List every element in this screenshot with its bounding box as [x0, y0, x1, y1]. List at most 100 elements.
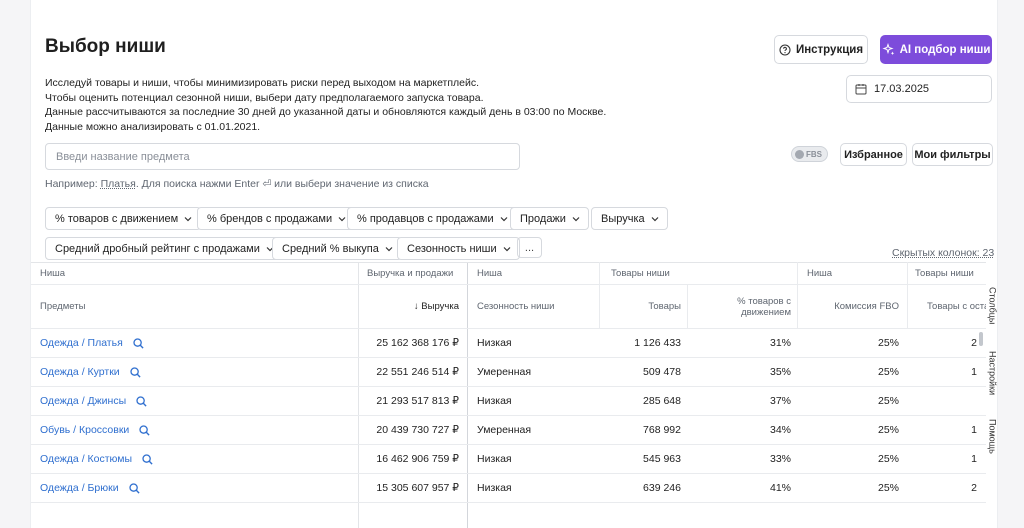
table-group-header: Ниша Выручка и продажи Ниша Товары ниши …	[31, 263, 986, 285]
side-tab-label: Столбцы	[987, 287, 998, 325]
instruction-label: Инструкция	[795, 43, 864, 56]
search-icon[interactable]	[128, 482, 140, 494]
side-tab-columns[interactable]: Столбцы	[986, 276, 999, 336]
table-row[interactable]: Обувь / Кроссовки 20 439 730 727 ₽ Умеренн…	[31, 416, 986, 445]
moving-goods-cell: 31%	[769, 337, 791, 349]
page-title: Выбор ниши	[45, 36, 166, 57]
goods-cell: 639 246	[643, 482, 681, 494]
description-line: Данные можно анализировать с 01.01.2021.	[45, 120, 261, 133]
table-row[interactable]: Одежда / Костюмы 16 462 906 759 ₽ Низкая 54…	[31, 445, 986, 474]
filter-sellers-sales[interactable]: % продавцов с продажами	[347, 207, 517, 230]
filter-revenue[interactable]: Выручка	[591, 207, 668, 230]
search-icon[interactable]	[142, 453, 153, 465]
more-filters-button[interactable]: ...	[517, 237, 542, 258]
fbs-toggle[interactable]: FBS	[791, 146, 828, 162]
revenue-cell: 16 462 906 759 ₽	[376, 453, 459, 465]
stock-goods-cell: 2	[971, 337, 977, 349]
favorites-button[interactable]: Избранное	[840, 143, 907, 166]
toggle-knob	[795, 149, 804, 159]
niche-link[interactable]: Одежда / Куртки	[40, 366, 120, 378]
subject-search-input[interactable]	[45, 143, 520, 170]
fbo-commission-cell: 25%	[877, 395, 899, 407]
side-tab-label: Помощь	[987, 418, 998, 454]
search-icon[interactable]	[130, 366, 141, 378]
help-circle-icon	[779, 43, 791, 56]
niche-link[interactable]: Одежда / Джинсы	[40, 395, 126, 407]
ai-niche-button[interactable]: AI подбор ниши	[880, 35, 992, 64]
column-header-fbo[interactable]: Комиссия FBO	[799, 285, 899, 328]
seasonality-cell: Умеренная	[477, 366, 532, 378]
filter-avg-rating[interactable]: Средний дробный рейтинг с продажами	[45, 237, 283, 260]
hidden-columns-link[interactable]: Скрытых колонок: 23	[892, 247, 994, 259]
column-header-subjects[interactable]: Предметы	[40, 285, 340, 328]
date-value: 17.03.2025	[874, 83, 930, 95]
goods-cell: 1 126 433	[634, 337, 681, 349]
niche-link[interactable]: Одежда / Брюки	[40, 482, 119, 494]
filter-brands-sales[interactable]: % брендов с продажами	[197, 207, 356, 230]
fbo-commission-cell: 25%	[877, 337, 899, 349]
column-header-stock[interactable]: Товары с остат	[927, 285, 986, 328]
chevron-down-icon	[651, 216, 659, 222]
group-header: Товары ниши	[611, 268, 670, 279]
niche-cell: Одежда / Платья	[40, 329, 340, 357]
side-tab-help[interactable]: Помощь	[986, 410, 999, 462]
table-row[interactable]: Одежда / Платья 25 162 368 176 ₽ Низкая 1 1…	[31, 329, 986, 358]
niche-link[interactable]: Одежда / Костюмы	[40, 453, 132, 465]
filter-label: Продажи	[520, 212, 566, 225]
chevron-down-icon	[184, 216, 192, 222]
moving-goods-cell: 41%	[769, 482, 791, 494]
side-tab-label: Настройки	[987, 350, 998, 396]
column-header-seasonality[interactable]: Сезонность ниши	[477, 285, 597, 328]
search-icon[interactable]	[139, 424, 150, 436]
goods-cell: 509 478	[643, 366, 681, 378]
instruction-button[interactable]: Инструкция	[774, 35, 868, 64]
niche-cell: Одежда / Костюмы	[40, 445, 340, 473]
table-row[interactable]: Одежда / Брюки 15 305 607 957 ₽ Низкая 639 …	[31, 474, 986, 503]
fbo-commission-cell: 25%	[877, 424, 899, 436]
niche-link[interactable]: Обувь / Кроссовки	[40, 424, 129, 436]
fbs-label: FBS	[806, 149, 822, 159]
niche-table: Ниша Выручка и продажи Ниша Товары ниши …	[31, 262, 986, 528]
table-row[interactable]: Одежда / Джинсы 21 293 517 813 ₽ Низкая 285…	[31, 387, 986, 416]
filter-label: % продавцов с продажами	[357, 212, 494, 225]
column-header-revenue[interactable]: ↓ Выручка	[367, 285, 459, 328]
scrollbar-thumb[interactable]	[979, 332, 983, 346]
filter-seasonality[interactable]: Сезонность ниши	[397, 237, 520, 260]
stock-goods-cell: 1	[971, 366, 977, 378]
date-picker[interactable]: 17.03.2025	[846, 75, 992, 103]
search-icon[interactable]	[136, 395, 147, 407]
goods-cell: 768 992	[643, 424, 681, 436]
revenue-cell: 15 305 607 957 ₽	[376, 482, 459, 494]
niche-cell: Одежда / Джинсы	[40, 387, 340, 415]
description-line: Чтобы оценить потенциал сезонной ниши, в…	[45, 91, 484, 104]
group-header: Ниша	[807, 268, 833, 279]
revenue-cell: 25 162 368 176 ₽	[376, 337, 459, 349]
filter-avg-buyout[interactable]: Средний % выкупа	[272, 237, 402, 260]
column-header-moving-goods[interactable]: % товаров с движением	[691, 285, 791, 328]
search-icon[interactable]	[133, 337, 144, 349]
page: Выбор ниши Инструкция AI подбор ниши Исс…	[30, 0, 998, 528]
goods-cell: 545 963	[643, 453, 681, 465]
calendar-icon	[855, 83, 867, 95]
description: Исследуй товары и ниши, чтобы минимизиро…	[45, 76, 606, 134]
column-header-goods[interactable]: Товары	[601, 285, 681, 328]
filter-sales[interactable]: Продажи	[510, 207, 589, 230]
filter-label: % брендов с продажами	[207, 212, 333, 225]
seasonality-cell: Низкая	[477, 482, 512, 494]
chevron-down-icon	[338, 216, 346, 222]
moving-goods-cell: 33%	[769, 453, 791, 465]
filter-label: Сезонность ниши	[407, 242, 497, 255]
column-divider	[907, 262, 908, 328]
chevron-down-icon	[500, 216, 508, 222]
filter-moving-goods[interactable]: % товаров с движением	[45, 207, 202, 230]
hint-example-link[interactable]: Платья	[101, 178, 136, 190]
seasonality-cell: Низкая	[477, 337, 512, 349]
my-filters-button[interactable]: Мои фильтры	[912, 143, 993, 166]
side-tab-settings[interactable]: Настройки	[986, 342, 999, 404]
niche-link[interactable]: Одежда / Платья	[40, 337, 123, 349]
sparkle-icon	[881, 43, 895, 56]
table-row[interactable]: Одежда / Куртки 22 551 246 514 ₽ Умеренная…	[31, 358, 986, 387]
fbo-commission-cell: 25%	[877, 482, 899, 494]
stock-goods-cell: 2	[971, 482, 977, 494]
column-divider	[797, 262, 798, 328]
